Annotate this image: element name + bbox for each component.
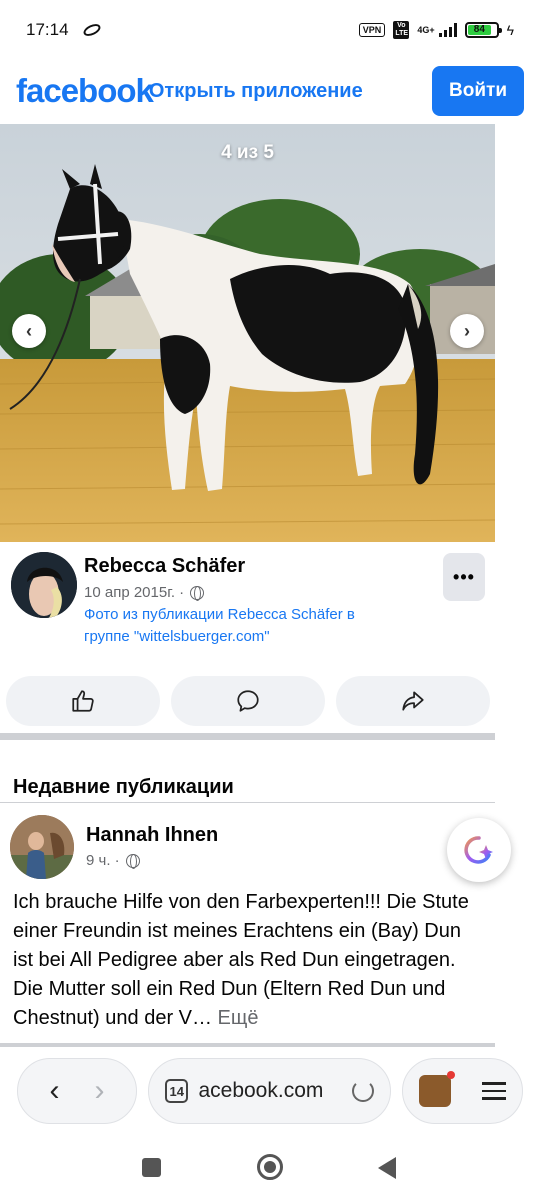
browser-menu-group	[402, 1058, 523, 1124]
photo-counter: 4 из 5	[221, 142, 274, 163]
chevron-right-icon: ›	[464, 320, 470, 341]
assistant-button[interactable]	[447, 818, 511, 882]
recent-post-time: 9 ч. ·	[86, 852, 140, 869]
facebook-header: facebook Открыть приложение Войти	[0, 60, 540, 122]
assistant-icon	[464, 836, 493, 864]
share-icon	[402, 691, 424, 711]
globe-icon	[125, 853, 140, 869]
status-time: 17:14	[26, 20, 69, 39]
next-photo-button[interactable]: ›	[450, 314, 484, 348]
recents-button[interactable]	[142, 1158, 161, 1177]
recent-post-text[interactable]: Ich brauche Hilfe von den Farbexperten!!…	[13, 888, 483, 1033]
recent-author-avatar[interactable]	[10, 815, 74, 879]
battery-icon: 84	[464, 22, 502, 38]
status-indicators: VPN Vo LTE 4G+ 84 ϟ	[358, 21, 514, 39]
history-navigation: ‹ ›	[17, 1058, 137, 1124]
back-button[interactable]: ‹	[50, 1074, 60, 1108]
volte-icon: Vo LTE	[393, 21, 410, 39]
post-date-text: 10 апр 2015г. ·	[84, 584, 185, 601]
browser-toolbar: ‹ › 14 acebook.com	[0, 1050, 540, 1134]
login-button[interactable]: Войти	[432, 66, 524, 116]
previous-photo-button[interactable]: ‹	[12, 314, 46, 348]
menu-icon[interactable]	[482, 1082, 506, 1100]
share-button[interactable]	[336, 676, 490, 726]
post-actions	[0, 676, 495, 726]
reload-icon[interactable]	[352, 1080, 374, 1102]
see-more-link[interactable]: Ещё	[212, 1007, 259, 1029]
network-type: 4G+	[417, 24, 435, 35]
comment-button[interactable]	[171, 676, 325, 726]
author-avatar[interactable]	[11, 552, 77, 618]
chevron-left-icon: ‹	[26, 320, 32, 341]
more-options-button[interactable]: •••	[443, 553, 485, 601]
vpn-icon: VPN	[358, 23, 386, 37]
thumbs-up-icon	[72, 690, 94, 712]
recent-post-time-text: 9 ч. ·	[86, 852, 120, 869]
home-button[interactable]	[257, 1154, 283, 1180]
photo-viewer[interactable]: 4 из 5 ‹ ›	[0, 124, 495, 542]
comment-icon	[237, 690, 259, 712]
like-button[interactable]	[6, 676, 160, 726]
url-text[interactable]: acebook.com	[198, 1079, 342, 1103]
status-bar: 17:14 VPN Vo LTE 4G+ 84 ϟ	[0, 0, 540, 60]
feed-divider	[0, 1043, 495, 1047]
notification-icon	[81, 21, 102, 39]
recent-author-name[interactable]: Hannah Ihnen	[86, 824, 218, 847]
recent-posts-title: Недавние публикации	[13, 776, 234, 798]
address-bar[interactable]: 14 acebook.com	[148, 1058, 391, 1124]
open-app-link[interactable]: Открыть приложение	[149, 80, 363, 103]
charging-icon: ϟ	[506, 22, 514, 38]
post-date: 10 апр 2015г. ·	[84, 584, 205, 601]
post-source-link[interactable]: Фото из публикации Rebecca Schäfer в гру…	[84, 604, 404, 648]
signal-icon	[438, 23, 457, 37]
section-divider	[0, 733, 495, 740]
post-author-block: Rebecca Schäfer 10 апр 2015г. · Фото из …	[0, 548, 495, 658]
extension-icon[interactable]	[419, 1071, 455, 1107]
battery-level: 84	[467, 25, 492, 35]
system-back-button[interactable]	[378, 1157, 396, 1179]
horse-photo	[0, 124, 495, 542]
tab-count-button[interactable]: 14	[165, 1079, 189, 1103]
forward-button[interactable]: ›	[95, 1074, 105, 1108]
globe-icon	[190, 585, 205, 601]
facebook-logo[interactable]: facebook	[16, 72, 154, 110]
system-navigation	[0, 1134, 540, 1200]
recent-divider	[0, 802, 495, 803]
author-name[interactable]: Rebecca Schäfer	[84, 555, 245, 578]
